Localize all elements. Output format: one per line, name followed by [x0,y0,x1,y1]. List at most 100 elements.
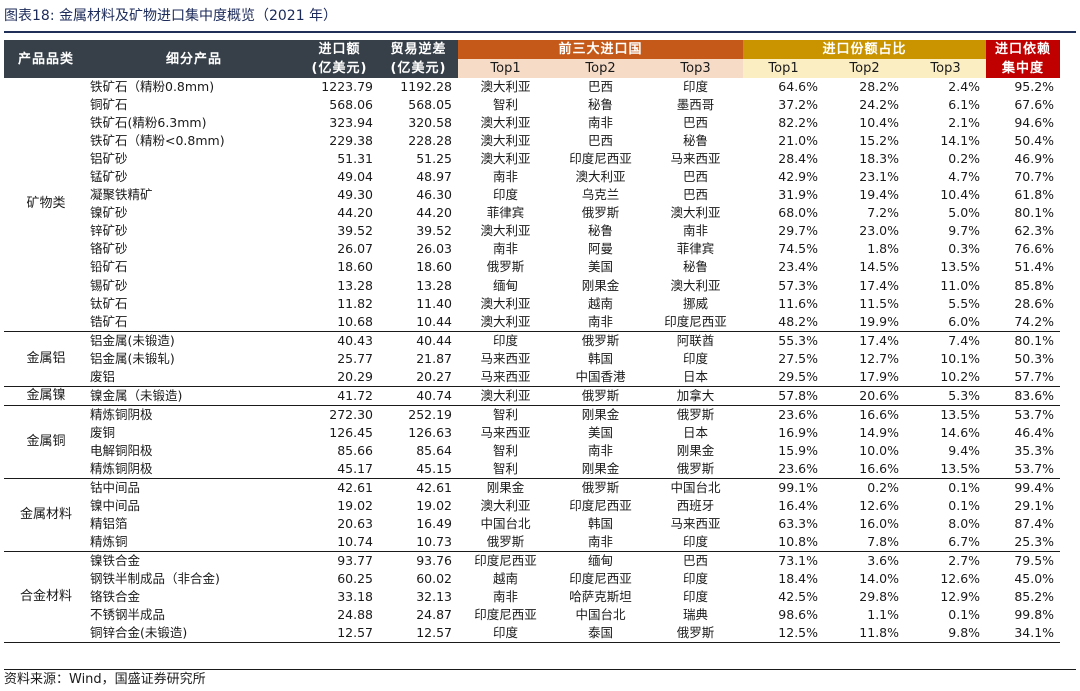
country-top2-cell: 南非 [553,533,648,553]
share-top2-cell: 17.4% [859,332,900,348]
share-top3-cell: 0.1% [948,480,981,496]
share-top2-cell: 11.8% [824,624,906,644]
share-top2-cell: 29.8% [859,589,900,605]
share-top1-cell: 42.9% [778,169,819,185]
country-top3-cell: 俄罗斯 [676,406,715,422]
header-share-top2: Top2 [824,59,906,78]
product-cell: 镍铁合金 [90,553,141,569]
country-top3-cell: 印度 [683,589,709,605]
share-top1-cell: 31.9% [778,187,819,203]
product-cell: 铝金属(未锻造) [90,332,175,348]
share-top3-cell: 4.7% [948,169,981,185]
share-top1-cell: 16.9% [778,424,819,440]
product-cell: 钴中间品 [90,480,141,496]
trade-deficit-cell: 12.57 [379,624,458,644]
share-top2-cell: 17.4% [859,277,900,293]
product-cell: 精炼铜阴极 [88,459,300,480]
source-note: 资料来源：Wind，国盛证券研究所 [4,672,206,687]
trade-deficit-cell: 11.40 [416,295,452,311]
category-cell: 金属铝 [4,331,88,387]
country-top3-cell: 秘鲁 [683,259,709,275]
table-row: 凝聚铁精矿 49.30 46.30 印度 乌克兰 巴西 31.9% 19.4% 10.4% 61.… [4,186,1060,204]
share-top3-cell: 5.3% [905,386,987,406]
product-cell: 锆矿石 [88,312,300,332]
share-top2-cell: 7.8% [824,533,906,553]
share-top3-cell: 13.5% [940,406,981,422]
table-row: 铁矿石(精粉6.3mm) 323.94 320.58 澳大利亚 南非 巴西 82.2% 10.… [4,114,1060,132]
share-top1-cell: 23.6% [778,406,819,422]
country-top2-cell: 俄罗斯 [581,480,620,496]
dependency-cell: 62.3% [1014,223,1055,239]
country-top2-cell: 印度尼西亚 [569,151,632,167]
share-top3-cell: 11.0% [940,277,981,293]
dependency-cell: 50.4% [1014,133,1055,149]
product-cell: 铬矿砂 [90,241,128,257]
share-top3-cell: 6.1% [948,97,981,113]
dependency-cell: 50.3% [1014,350,1055,366]
header-share-top3: Top3 [905,59,987,78]
trade-deficit-cell: 10.73 [379,533,458,553]
share-top1-cell: 23.6% [743,459,825,480]
dependency-cell: 80.1% [1014,332,1055,348]
country-top2-cell: 泰国 [553,624,648,644]
country-top3-cell: 刚果金 [676,442,715,458]
country-top2-cell: 巴西 [587,79,613,95]
import-value-cell: 272.30 [329,406,373,422]
share-top2-cell: 12.7% [859,350,900,366]
share-top3-cell: 9.7% [948,223,981,239]
country-top3-cell: 马来西亚 [670,151,721,167]
table-row: 钢铁半制成品（非合金) 60.25 60.02 越南 印度尼西亚 印度 18.4% 14.0%… [4,570,1060,588]
share-top3-cell: 0.1% [948,607,981,623]
trade-deficit-cell: 60.02 [416,571,452,587]
share-top1-cell: 29.5% [743,367,825,387]
share-top2-cell: 11.5% [859,295,900,311]
trade-deficit-cell: 21.87 [416,350,452,366]
product-cell: 电解铜阳极 [90,442,153,458]
trade-deficit-cell: 24.87 [416,607,452,623]
country-top1-cell: 智利 [458,459,553,480]
dependency-cell: 35.3% [1014,442,1055,458]
country-top1-cell: 马来西亚 [480,424,531,440]
dependency-cell: 79.5% [1014,553,1055,569]
share-top3-cell: 6.0% [905,312,987,332]
dependency-cell: 80.1% [1014,205,1055,221]
trade-deficit-cell: 568.05 [408,97,452,113]
import-value-cell: 20.63 [337,516,373,532]
product-cell: 铜锌合金(未锻造) [88,624,300,644]
dependency-cell: 87.4% [1014,516,1055,532]
country-top3-cell: 挪威 [683,295,709,311]
country-top1-cell: 缅甸 [492,277,518,293]
table-row: 金属材料 钴中间品 42.61 42.61 刚果金 俄罗斯 中国台北 99.1% 0.2% 0.1… [4,478,1060,553]
share-top1-cell: 37.2% [778,97,819,113]
country-top3-cell: 俄罗斯 [648,624,744,644]
share-top2-cell: 24.2% [859,97,900,113]
header-dependency-line1: 进口依赖 [986,40,1061,59]
dependency-cell: 85.8% [1014,277,1055,293]
dependency-cell: 99.4% [1014,480,1055,496]
dependency-cell: 61.8% [1014,187,1055,203]
import-value-cell: 51.31 [337,151,373,167]
share-top1-cell: 27.5% [778,350,819,366]
product-cell: 铁矿石（精粉<0.8mm) [90,133,225,149]
share-top2-cell: 14.9% [859,424,900,440]
share-top3-cell: 5.0% [948,205,981,221]
share-top3-cell: 6.7% [905,533,987,553]
share-top2-cell: 7.2% [867,205,900,221]
header-product: 细分产品 [88,40,300,78]
table-row: 钛矿石 11.82 11.40 澳大利亚 越南 挪威 11.6% 11.5% 5.5% 28.6% [4,295,1060,313]
product-cell: 铝矿砂 [90,151,128,167]
trade-deficit-cell: 18.60 [416,259,452,275]
share-top2-cell: 15.2% [859,133,900,149]
share-top3-cell: 8.0% [948,516,981,532]
import-value-cell: 11.82 [337,295,373,311]
trade-deficit-cell: 16.49 [416,516,452,532]
product-cell: 铁矿石(精粉6.3mm) [90,115,207,131]
table-row: 精炼铜阴极 45.17 45.15 智利 刚果金 俄罗斯 23.6% 16.6% 13.5% 53… [4,459,1061,480]
country-top2-cell: 乌克兰 [581,187,620,203]
share-top1-cell: 18.4% [778,571,819,587]
import-value-cell: 10.68 [300,312,379,332]
import-value-cell: 42.61 [337,480,373,496]
share-top3-cell: 10.1% [940,350,981,366]
share-top2-cell: 23.1% [859,169,900,185]
product-cell: 锌矿砂 [90,223,128,239]
